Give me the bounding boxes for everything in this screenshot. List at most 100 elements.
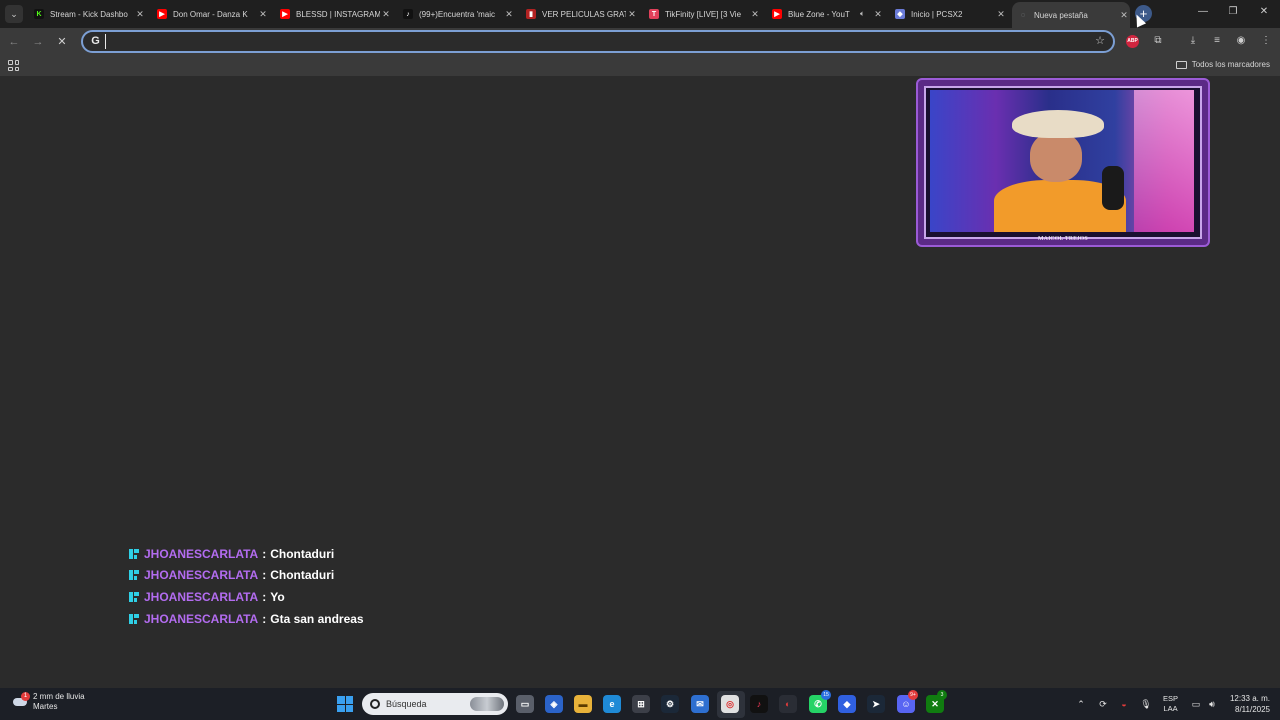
streamer-image <box>990 110 1130 232</box>
close-tab-icon[interactable]: ✕ <box>503 9 515 20</box>
tab-title: VER PELICULAS GRAT <box>542 9 626 19</box>
tray-app-icon[interactable]: ◒ <box>1117 697 1131 711</box>
speaker-icon[interactable]: 🔈︎ <box>860 9 872 19</box>
tab-peliculas[interactable]: ▮ VER PELICULAS GRAT ✕ <box>520 4 638 24</box>
bookmark-star-icon[interactable]: ☆ <box>1095 34 1105 47</box>
minimize-icon[interactable]: — <box>1193 6 1213 20</box>
close-tab-icon[interactable]: ✕ <box>1118 10 1130 21</box>
search-highlight-image <box>470 697 504 711</box>
clock[interactable]: 12:33 a. m. 8/11/2025 <box>1226 693 1270 715</box>
close-tab-icon[interactable]: ✕ <box>749 9 761 20</box>
tab-title: (99+)Encuentra 'maic <box>419 9 496 19</box>
edge-icon[interactable]: e <box>603 695 621 713</box>
close-tab-icon[interactable]: ✕ <box>257 9 269 20</box>
whatsapp-badge: 15 <box>821 690 831 700</box>
chrome-icon[interactable]: ◎ <box>721 695 739 713</box>
address-bar[interactable]: G ☆ <box>81 30 1115 53</box>
youtube-icon: ▶ <box>280 9 290 19</box>
chat-text: Gta san andreas <box>270 611 364 626</box>
task-view-icon[interactable]: ▭ <box>516 695 534 713</box>
weather-widget[interactable]: 1 2 mm de lluvia Martes <box>12 692 85 712</box>
address-input[interactable] <box>105 34 1085 49</box>
apps-grid-icon[interactable] <box>8 60 19 71</box>
discord-badge: 9+ <box>908 690 918 700</box>
close-tab-icon[interactable]: ✕ <box>380 9 392 20</box>
profile-avatar-icon[interactable]: ◉ <box>1233 35 1249 49</box>
back-icon[interactable]: ← <box>6 34 22 50</box>
webcam-video <box>930 90 1194 232</box>
new-tab-icon: ◌ <box>1020 11 1026 19</box>
stop-loading-icon[interactable]: ✕ <box>54 34 70 50</box>
close-tab-icon[interactable]: ✕ <box>134 9 146 20</box>
search-icon <box>370 699 380 709</box>
tiktok-icon[interactable]: ♪ <box>750 695 768 713</box>
weather-alert-badge: 1 <box>21 692 30 701</box>
microsoft-store-icon[interactable]: ⊞ <box>632 695 650 713</box>
tab-strip: ⌄ K Stream - Kick Dashbo ✕ ▶ Don Omar - … <box>0 0 1280 28</box>
screen: ⌄ K Stream - Kick Dashbo ✕ ▶ Don Omar - … <box>0 0 1280 720</box>
all-bookmarks-button[interactable]: Todos los marcadores <box>1175 60 1270 69</box>
tab-search-button[interactable]: ⌄ <box>5 5 23 23</box>
clock-date: 8/11/2025 <box>1235 705 1270 714</box>
windows-taskbar: 1 2 mm de lluvia Martes Búsqueda ▭ ◈ ▬ e… <box>0 688 1280 720</box>
movie-site-icon: ▮ <box>526 9 536 19</box>
close-tab-icon[interactable]: ✕ <box>626 9 638 20</box>
rain-cloud-icon: 1 <box>12 692 30 710</box>
taskbar-search-label: Búsqueda <box>386 699 427 709</box>
file-explorer-icon[interactable]: ▬ <box>574 695 592 713</box>
chevron-down-icon: ⌄ <box>10 8 18 19</box>
tab-title: BLESSD | INSTAGRAM <box>296 9 380 19</box>
adblock-extension-icon[interactable]: ABP <box>1126 35 1142 49</box>
clock-time: 12:33 a. m. <box>1229 694 1270 703</box>
pcsx2-icon: ◆ <box>895 9 905 19</box>
chat-text: Chontaduri <box>270 546 335 561</box>
copilot-icon[interactable]: ◈ <box>545 695 563 713</box>
app-icon[interactable]: ◆ <box>838 695 856 713</box>
steam-icon[interactable]: ⚙ <box>661 695 679 713</box>
weather-day: Martes <box>33 702 58 711</box>
steam-icon[interactable]: ➤ <box>867 695 885 713</box>
media-controls-icon[interactable]: ≡ <box>1209 35 1225 49</box>
browser-toolbar: ← → ✕ G ☆ ABP ⧉ ⤓ ≡ ◉ ⋮ <box>0 28 1280 56</box>
kick-icon: K <box>34 9 44 19</box>
mail-icon[interactable]: ✉ <box>691 695 709 713</box>
chat-badge-icon <box>129 613 139 624</box>
chat-username: JHOANESCARLATA <box>144 546 259 561</box>
tab-tiktok[interactable]: ♪ (99+)Encuentra 'maic ✕ <box>397 4 515 24</box>
tab-title: TikFinity [LIVE] [3 Vie <box>665 9 742 19</box>
taskbar-search[interactable]: Búsqueda <box>362 693 508 715</box>
tray-app-icon[interactable]: ⟳ <box>1096 697 1110 711</box>
extensions-icon[interactable]: ⧉ <box>1150 35 1166 49</box>
tab-don-omar[interactable]: ▶ Don Omar - Danza K ✕ <box>151 4 269 24</box>
chevron-up-icon[interactable]: ⌃ <box>1074 697 1088 711</box>
close-tab-icon[interactable]: ✕ <box>872 9 884 20</box>
restore-icon[interactable]: ❐ <box>1223 6 1243 20</box>
download-icon[interactable]: ⤓ <box>1185 35 1201 49</box>
chat-message: JHOANESCARLATA : Yo <box>129 586 529 608</box>
tab-tikfinity[interactable]: T TikFinity [LIVE] [3 Vie ✕ <box>643 4 761 24</box>
more-menu-icon[interactable]: ⋮ <box>1258 35 1274 49</box>
youtube-icon: ▶ <box>772 9 782 19</box>
close-window-icon[interactable]: ✕ <box>1254 6 1274 20</box>
tab-title: Nueva pestaña <box>1034 10 1088 20</box>
chat-text: Chontaduri <box>270 568 335 583</box>
chat-badge-icon <box>129 591 139 602</box>
tab-kick-dashboard[interactable]: K Stream - Kick Dashbo ✕ <box>28 4 146 24</box>
language-indicator[interactable]: ESP LAA <box>1163 694 1178 714</box>
xbox-badge: 3 <box>937 690 947 700</box>
forward-icon[interactable]: → <box>30 34 46 50</box>
chat-text: Yo <box>270 589 285 604</box>
display-icon[interactable]: ▭ <box>1189 697 1203 711</box>
chat-badge-icon <box>129 570 139 581</box>
microphone-icon[interactable]: 🎙︎ <box>1139 697 1153 711</box>
google-icon: G <box>91 35 100 47</box>
volume-icon[interactable]: 🔊︎ <box>1205 697 1219 711</box>
tab-title: Blue Zone - YouT <box>788 9 850 19</box>
tab-new-tab[interactable]: ◌ Nueva pestaña ✕ <box>1012 2 1130 28</box>
tab-pcsx2[interactable]: ◆ Inicio | PCSX2 ✕ <box>889 4 1007 24</box>
obs-icon[interactable]: ◐ <box>779 695 797 713</box>
windows-start-icon[interactable] <box>337 696 353 712</box>
close-tab-icon[interactable]: ✕ <box>995 9 1007 20</box>
tab-blue-zone[interactable]: ▶ Blue Zone - YouT 🔈︎ ✕ <box>766 4 884 24</box>
tab-blessd[interactable]: ▶ BLESSD | INSTAGRAM ✕ <box>274 4 392 24</box>
